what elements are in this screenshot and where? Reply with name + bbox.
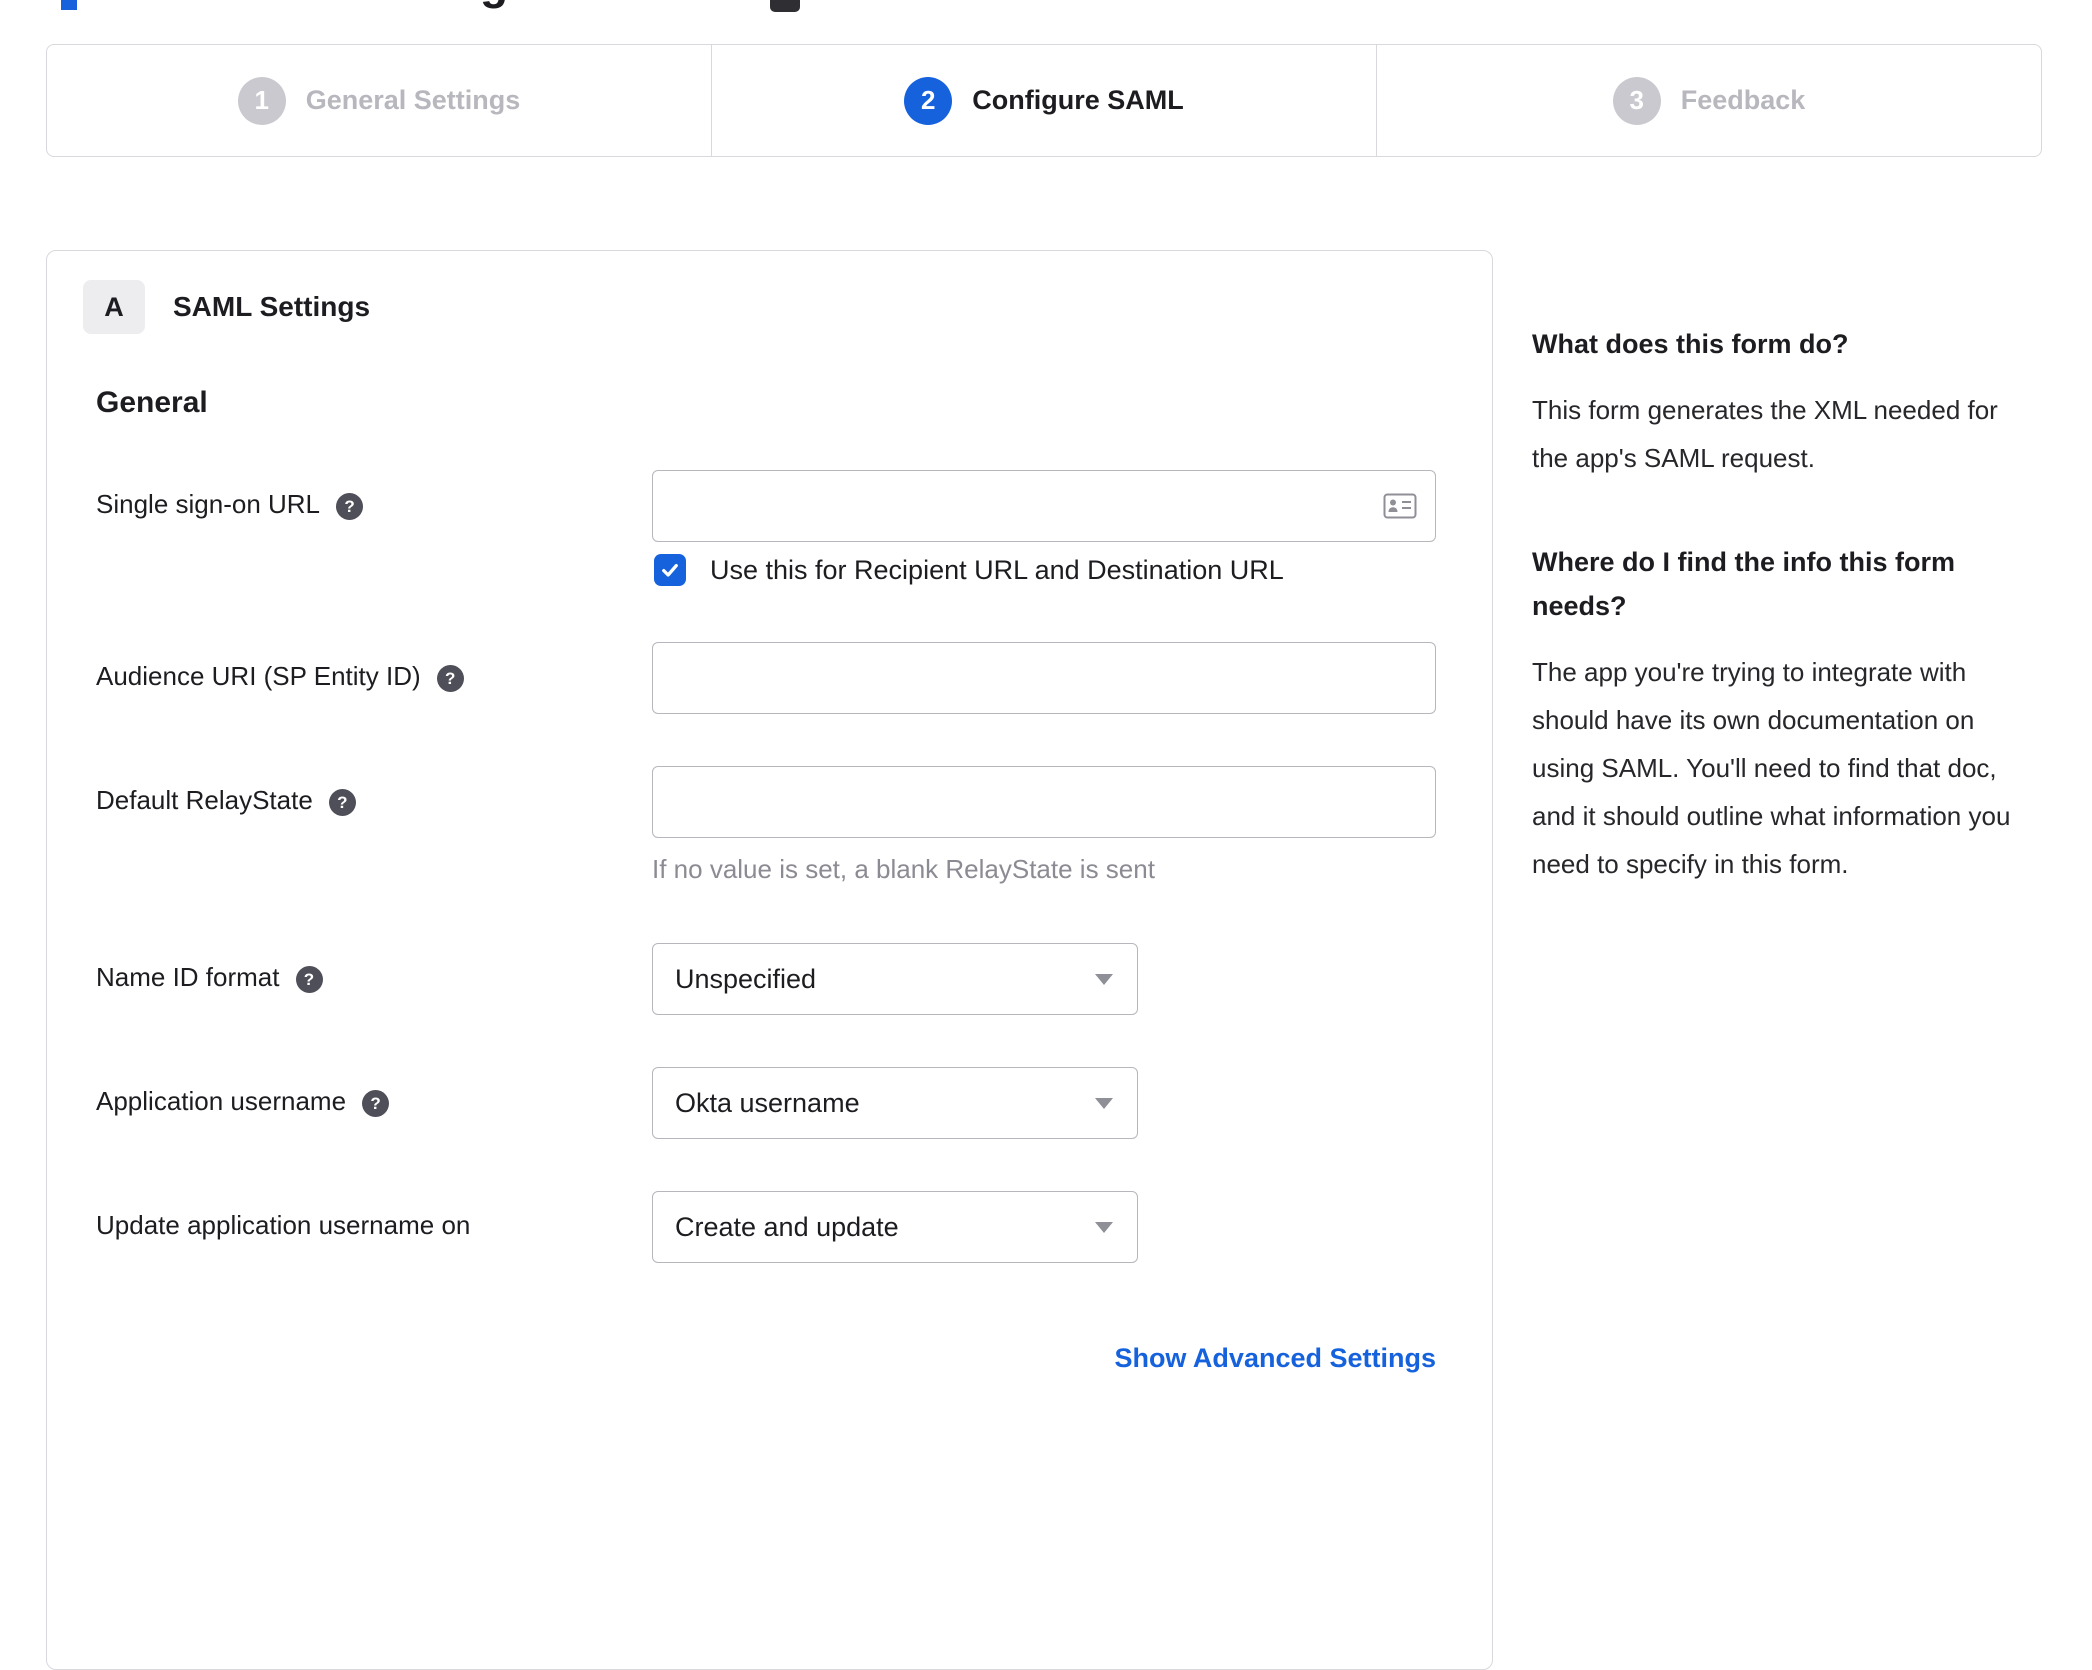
chevron-down-icon: [1095, 1221, 1113, 1233]
sidebar-question-2: Where do I find the info this form needs…: [1532, 547, 1955, 621]
field-row-audience-uri: Audience URI (SP Entity ID)?: [96, 642, 1492, 714]
relaystate-input[interactable]: [653, 767, 1435, 837]
field-row-name-id-format: Name ID format? Unspecified: [96, 943, 1492, 1015]
application-username-label: Application username: [96, 1086, 347, 1116]
help-icon[interactable]: ?: [295, 966, 323, 994]
field-row-update-app-username: Update application username on Create an…: [96, 1191, 1492, 1263]
general-heading: General: [96, 386, 208, 419]
update-app-username-select[interactable]: Create and update: [652, 1191, 1138, 1263]
help-icon[interactable]: ?: [328, 789, 356, 817]
relaystate-hint: If no value is set, a blank RelayState i…: [652, 854, 1155, 884]
update-app-username-value: Create and update: [675, 1211, 899, 1242]
application-username-select[interactable]: Okta username: [652, 1067, 1138, 1139]
step-configure-saml[interactable]: 2 Configure SAML: [711, 45, 1376, 156]
update-app-username-label-col: Update application username on: [96, 1191, 652, 1263]
question-glyph: ?: [303, 969, 315, 989]
question-glyph: ?: [344, 496, 355, 516]
sso-url-label: Single sign-on URL: [96, 489, 321, 519]
chevron-down-icon: [1095, 1097, 1113, 1109]
step-label: General Settings: [305, 85, 521, 115]
clipped-icon-fragment: [770, 0, 800, 12]
chevron-down-icon: [1095, 973, 1113, 985]
saml-settings-card: A SAML Settings General Single sign-on U…: [46, 250, 1493, 1670]
help-icon[interactable]: ?: [362, 1090, 390, 1118]
wizard-stepper: 1 General Settings 2 Configure SAML 3 Fe…: [46, 44, 2042, 157]
help-icon[interactable]: ?: [436, 665, 464, 693]
recipient-url-checkbox-row: Use this for Recipient URL and Destinati…: [652, 554, 1436, 586]
question-glyph: ?: [337, 792, 348, 812]
application-username-label-col: Application username?: [96, 1067, 652, 1139]
application-username-value: Okta username: [675, 1087, 860, 1118]
clipped-title-fragment-blue: [61, 0, 77, 10]
page-title-clipped: Create SAML Integration: [100, 0, 760, 11]
audience-uri-label-col: Audience URI (SP Entity ID)?: [96, 642, 652, 714]
relaystate-input-wrap: [652, 766, 1436, 838]
sso-url-label-col: Single sign-on URL?: [96, 470, 652, 586]
name-id-format-label-col: Name ID format?: [96, 943, 652, 1015]
use-for-recipient-checkbox[interactable]: [654, 554, 686, 586]
step-label: Configure SAML: [972, 85, 1184, 115]
step-number-circle: 2: [904, 76, 953, 125]
sso-url-input[interactable]: [653, 471, 1435, 541]
step-label: Feedback: [1680, 85, 1806, 115]
section-a-badge: A: [83, 280, 145, 334]
field-row-default-relaystate: Default RelayState? If no value is set, …: [96, 766, 1492, 885]
card-header: A SAML Settings: [83, 280, 1492, 334]
question-glyph: ?: [370, 1093, 381, 1113]
step-general-settings[interactable]: 1 General Settings: [47, 45, 711, 156]
name-id-format-select[interactable]: Unspecified: [652, 943, 1138, 1015]
sidebar-answer-2: The app you're trying to integrate with …: [1532, 657, 2011, 879]
contact-card-icon: [1383, 493, 1417, 519]
advanced-settings-row: Show Advanced Settings: [96, 1343, 1436, 1374]
step-feedback[interactable]: 3 Feedback: [1376, 45, 2041, 156]
question-glyph: ?: [444, 668, 456, 688]
step-number-circle: 1: [237, 76, 286, 125]
page-title: Create SAML Integration: [100, 0, 760, 10]
section-title: SAML Settings: [173, 291, 371, 322]
sidebar-question-1: What does this form do?: [1532, 329, 1849, 359]
help-icon[interactable]: ?: [336, 493, 364, 521]
field-row-application-username: Application username? Okta username: [96, 1067, 1492, 1139]
step-number-circle: 3: [1612, 76, 1661, 125]
help-sidebar: What does this form do? This form genera…: [1532, 322, 2037, 888]
show-advanced-settings-link[interactable]: Show Advanced Settings: [1114, 1343, 1436, 1373]
relaystate-label-col: Default RelayState?: [96, 766, 652, 885]
audience-uri-input-wrap: [652, 642, 1436, 714]
field-row-sso-url: Single sign-on URL? Use this for Recipie…: [96, 470, 1492, 586]
audience-uri-label: Audience URI (SP Entity ID): [96, 661, 421, 691]
name-id-format-value: Unspecified: [675, 963, 817, 994]
sso-url-input-wrap: [652, 470, 1436, 542]
update-app-username-label: Update application username on: [96, 1210, 471, 1240]
sidebar-answer-1: This form generates the XML needed for t…: [1532, 395, 1998, 473]
relaystate-label: Default RelayState: [96, 785, 313, 815]
recipient-url-checkbox-label: Use this for Recipient URL and Destinati…: [710, 554, 1284, 585]
name-id-format-label: Name ID format: [96, 962, 280, 992]
audience-uri-input[interactable]: [653, 643, 1435, 713]
